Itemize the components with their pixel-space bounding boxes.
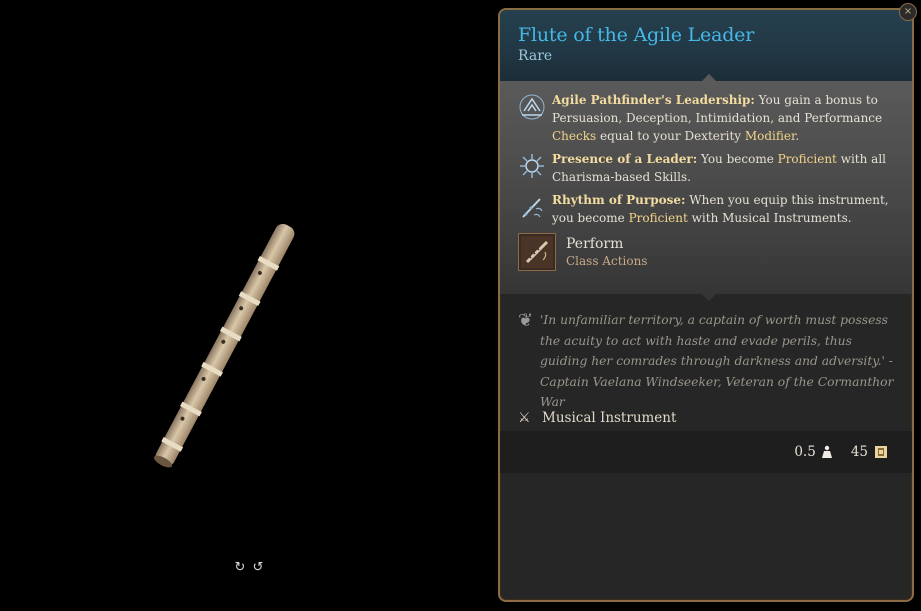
flute-model[interactable] (130, 200, 320, 490)
agile-leadership-icon (519, 94, 545, 120)
tooltip-footer: 0.5 45 (500, 431, 912, 473)
crossed-swords-icon: ⚔ (518, 410, 531, 426)
property-name: Rhythm of Purpose: (552, 193, 686, 207)
gold-icon (875, 446, 887, 458)
keyword-proficient[interactable]: Proficient (778, 152, 837, 166)
lore-section: ❦ 'In unfamiliar territory, a captain of… (500, 294, 912, 409)
property-name: Agile Pathfinder's Leadership: (552, 93, 755, 107)
action-subtitle: Class Actions (566, 254, 648, 268)
property-name: Presence of a Leader: (552, 152, 698, 166)
keyword-modifier[interactable]: Modifier (745, 129, 796, 143)
rhythm-purpose-icon (522, 198, 543, 218)
property-presence-leader[interactable]: Presence of a Leader: You become Profici… (518, 150, 898, 186)
item-title: Flute of the Agile Leader (518, 24, 755, 46)
weight-icon (821, 445, 832, 458)
rotate-controls: ↻ ↺ (234, 561, 264, 575)
property-agile-leadership[interactable]: Agile Pathfinder's Leadership: You gain … (518, 91, 898, 145)
perform-icon (518, 233, 556, 271)
lore-text: 'In unfamiliar territory, a captain of w… (540, 313, 894, 409)
close-button[interactable]: × (899, 3, 917, 21)
item-tooltip-panel: Flute of the Agile Leader Rare Agile Pat… (498, 8, 914, 602)
gold-value: 45 (850, 444, 868, 460)
property-rhythm-purpose[interactable]: Rhythm of Purpose: When you equip this i… (518, 191, 898, 227)
tooltip-header: Flute of the Agile Leader Rare (500, 10, 912, 89)
properties-section: Agile Pathfinder's Leadership: You gain … (500, 81, 912, 302)
action-title: Perform (566, 236, 624, 252)
item-rarity: Rare (518, 48, 553, 64)
action-perform[interactable]: Perform Class Actions (518, 233, 898, 271)
presence-leader-icon (520, 154, 544, 178)
rotate-right-icon[interactable]: ↺ (252, 561, 264, 575)
item-preview-viewer[interactable]: ↻ ↺ (0, 0, 498, 611)
rotate-left-icon[interactable]: ↻ (234, 561, 246, 575)
keyword-proficient[interactable]: Proficient (629, 211, 688, 225)
keyword-checks[interactable]: Checks (552, 129, 596, 143)
quill-icon: ❦ (518, 310, 534, 331)
weight-value: 0.5 (794, 444, 816, 460)
